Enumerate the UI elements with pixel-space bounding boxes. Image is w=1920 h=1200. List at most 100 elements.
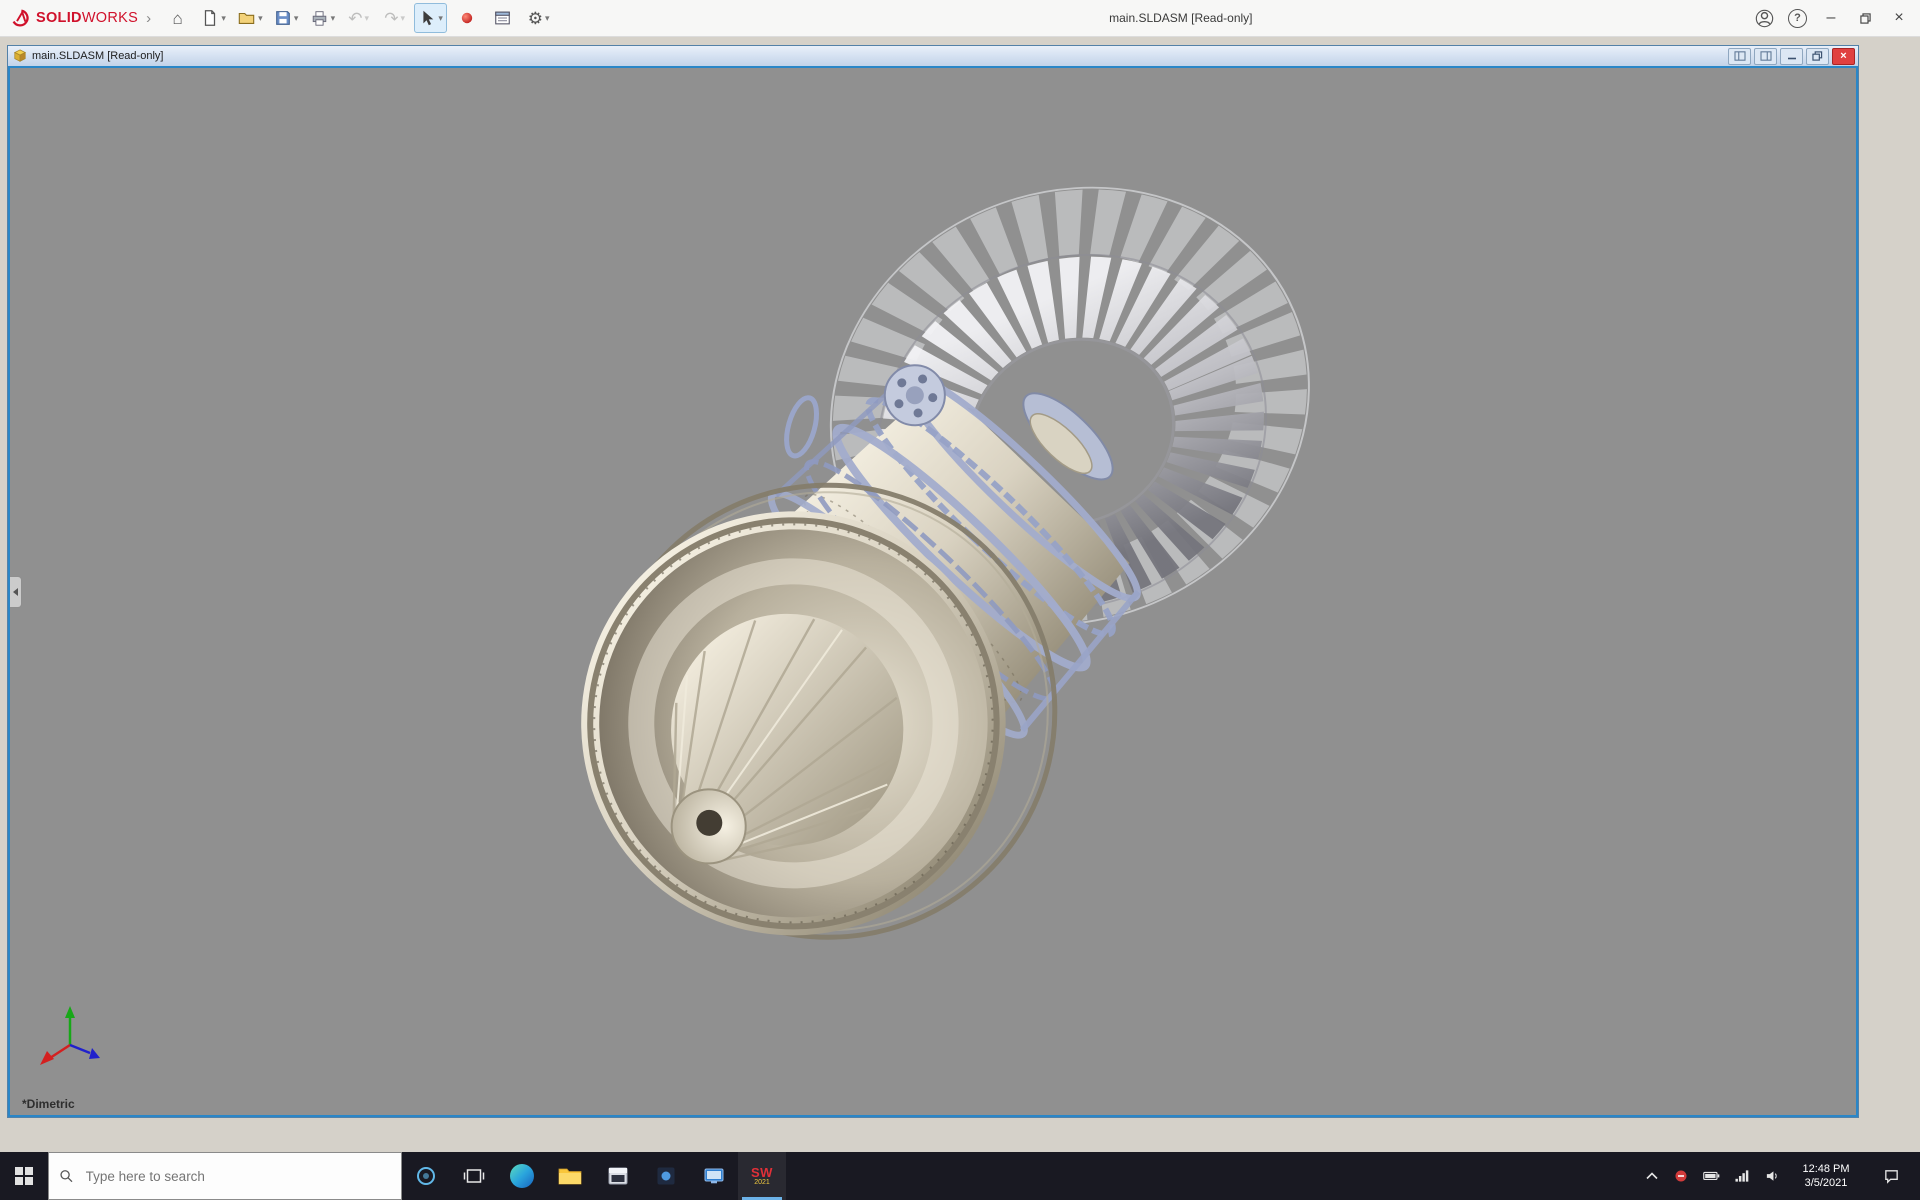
action-center-icon — [1884, 1169, 1898, 1184]
redo-icon: ↷ — [384, 8, 399, 28]
task-pane-button[interactable] — [486, 3, 519, 33]
monitor-app-button[interactable] — [690, 1152, 738, 1200]
app-window-button[interactable] — [594, 1152, 642, 1200]
app-window-icon — [608, 1167, 628, 1185]
child-window-title: main.SLDASM [Read-only] — [32, 50, 164, 62]
undo-icon: ↶ — [348, 8, 363, 28]
dropdown-caret[interactable]: ▾ — [221, 13, 226, 24]
dark-app-icon — [657, 1167, 675, 1185]
solidworks-logo-icon — [12, 9, 29, 26]
chevron-up-icon[interactable] — [1645, 1171, 1659, 1181]
view-orientation-label: *Dimetric — [22, 1097, 75, 1111]
folder-icon — [558, 1168, 582, 1185]
red-sphere-icon — [461, 12, 472, 24]
save-icon — [276, 11, 290, 25]
brand-wordmark: SOLIDWORKS — [36, 10, 138, 26]
start-button[interactable] — [0, 1152, 48, 1200]
graphics-viewport[interactable]: *Dimetric — [8, 66, 1858, 1117]
file-explorer-button[interactable] — [546, 1152, 594, 1200]
windows-taskbar: SW 2021 12:48 PM 3/5/2021 — [0, 1152, 1920, 1200]
person-icon — [1755, 9, 1774, 27]
undo-button[interactable]: ↶ ▾ — [342, 3, 375, 33]
task-pane-icon — [495, 11, 510, 25]
child-layout-button-1[interactable] — [1728, 47, 1751, 65]
search-input[interactable] — [83, 1167, 391, 1185]
dropdown-caret[interactable]: ▾ — [294, 13, 299, 24]
assembly-icon — [13, 49, 27, 62]
tray-status-icon[interactable] — [1674, 1169, 1688, 1183]
taskbar-clock[interactable]: 12:48 PM 3/5/2021 — [1795, 1162, 1857, 1191]
restore-icon — [1859, 12, 1871, 24]
edge-icon — [510, 1164, 534, 1188]
windows-logo-icon — [15, 1167, 33, 1185]
solidworks-taskbar-icon: SW 2021 — [751, 1166, 773, 1186]
solidworks-brand: SOLIDWORKS — [4, 8, 144, 29]
mdi-workspace: main.SLDASM [Read-only] × *Dimetric — [0, 36, 1920, 1152]
dropdown-caret[interactable]: ▾ — [258, 13, 263, 24]
help-button[interactable]: ? — [1781, 0, 1814, 36]
monitor-app-icon — [704, 1168, 724, 1184]
restore-icon — [1812, 51, 1823, 61]
redo-button[interactable]: ↷ ▾ — [378, 3, 411, 33]
select-tool-button[interactable]: ▾ — [414, 3, 448, 33]
dropdown-caret[interactable]: ▾ — [545, 13, 550, 24]
solidworks-taskbar-button[interactable]: SW 2021 — [738, 1152, 786, 1200]
solidworks-letters: SW — [751, 1165, 773, 1180]
dropdown-caret[interactable]: ▾ — [331, 13, 336, 24]
dropdown-caret[interactable]: ▾ — [401, 13, 406, 24]
account-button[interactable] — [1748, 0, 1781, 36]
mouse-gesture-button[interactable] — [450, 3, 483, 33]
quick-access-toolbar: ⌂ ▾ ▾ ▾ ▾ ↶ ▾ ↷ ▾ ▾ ⚙ ▾ — [161, 3, 555, 33]
system-tray: 12:48 PM 3/5/2021 — [1635, 1152, 1920, 1200]
task-view-button[interactable] — [450, 1152, 498, 1200]
help-icon: ? — [1788, 8, 1807, 28]
feature-manager-collapse-tab[interactable] — [10, 575, 22, 608]
brand-solid: SOLID — [36, 10, 82, 26]
battery-icon[interactable] — [1703, 1171, 1720, 1181]
document-child-window: main.SLDASM [Read-only] × *Dimetric — [7, 45, 1859, 1118]
clock-date: 3/5/2021 — [1804, 1177, 1848, 1189]
dropdown-caret[interactable]: ▾ — [365, 13, 370, 24]
dark-app-button[interactable] — [642, 1152, 690, 1200]
menu-expand-chevron-icon[interactable]: › — [146, 10, 151, 27]
child-window-controls: × — [1728, 47, 1855, 65]
solidworks-version-badge: 2021 — [754, 1179, 770, 1186]
minimize-button[interactable]: – — [1814, 0, 1848, 36]
orientation-triad — [40, 1006, 100, 1065]
edge-button[interactable] — [498, 1152, 546, 1200]
child-close-button[interactable]: × — [1832, 47, 1855, 65]
gear-icon: ⚙ — [527, 8, 544, 28]
solidworks-window: SOLIDWORKS › ⌂ ▾ ▾ ▾ ▾ ↶ ▾ ↷ ▾ ▾ ⚙ ▾ mai… — [0, 0, 1920, 1200]
brand-works: WORKS — [81, 10, 139, 26]
application-bar: SOLIDWORKS › ⌂ ▾ ▾ ▾ ▾ ↶ ▾ ↷ ▾ ▾ ⚙ ▾ mai… — [0, 0, 1920, 37]
open-button[interactable]: ▾ — [233, 3, 267, 33]
task-view-icon — [463, 1169, 485, 1183]
clock-time: 12:48 PM — [1802, 1162, 1850, 1175]
options-button[interactable]: ⚙ ▾ — [522, 3, 555, 33]
close-button[interactable]: × — [1882, 0, 1916, 36]
save-button[interactable]: ▾ — [270, 3, 303, 33]
taskbar-search[interactable] — [48, 1152, 402, 1200]
window-title: main.SLDASM [Read-only] — [1109, 11, 1253, 25]
pane-layout-icon — [1733, 51, 1746, 61]
child-minimize-button[interactable] — [1780, 47, 1803, 65]
pane-layout-alt-icon — [1759, 51, 1772, 61]
select-cursor-icon — [423, 10, 434, 26]
home-button[interactable]: ⌂ — [161, 3, 194, 33]
action-center-button[interactable] — [1872, 1168, 1910, 1185]
3d-model-canvas[interactable] — [10, 68, 1856, 1115]
network-icon[interactable] — [1735, 1170, 1750, 1182]
restore-button[interactable] — [1848, 0, 1882, 36]
dropdown-caret[interactable]: ▾ — [438, 13, 443, 24]
cortana-icon — [417, 1167, 435, 1185]
child-window-titlebar[interactable]: main.SLDASM [Read-only] × — [8, 46, 1858, 66]
new-document-button[interactable]: ▾ — [197, 3, 230, 33]
child-layout-button-2[interactable] — [1754, 47, 1777, 65]
cortana-button[interactable] — [402, 1152, 450, 1200]
open-folder-icon — [238, 12, 255, 24]
appbar-right-controls: ? – × — [1748, 0, 1916, 36]
home-icon: ⌂ — [172, 8, 183, 28]
print-button[interactable]: ▾ — [306, 3, 340, 33]
child-restore-button[interactable] — [1806, 47, 1829, 65]
volume-icon[interactable] — [1765, 1169, 1780, 1183]
